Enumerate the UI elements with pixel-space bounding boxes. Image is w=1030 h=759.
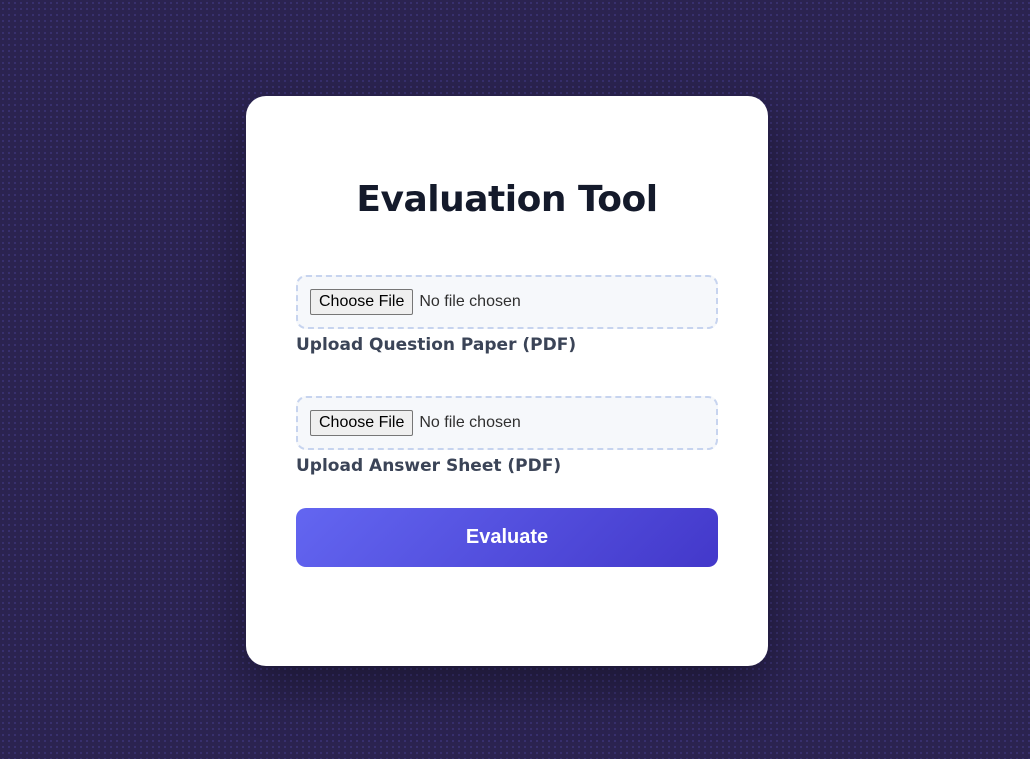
evaluation-card: Evaluation Tool Choose File No file chos… (246, 96, 768, 666)
question-paper-choose-file-button[interactable]: Choose File (310, 289, 414, 315)
answer-sheet-label: Upload Answer Sheet (PDF) (296, 456, 562, 476)
answer-sheet-file-input[interactable]: Choose File No file chosen (296, 396, 718, 450)
evaluate-button[interactable]: Evaluate (296, 508, 718, 567)
answer-sheet-choose-file-button[interactable]: Choose File (310, 410, 414, 436)
question-paper-file-input[interactable]: Choose File No file chosen (296, 275, 718, 329)
question-paper-file-status: No file chosen (419, 293, 521, 310)
question-paper-label: Upload Question Paper (PDF) (296, 335, 577, 355)
page-title: Evaluation Tool (356, 179, 658, 220)
answer-sheet-file-status: No file chosen (419, 414, 521, 431)
